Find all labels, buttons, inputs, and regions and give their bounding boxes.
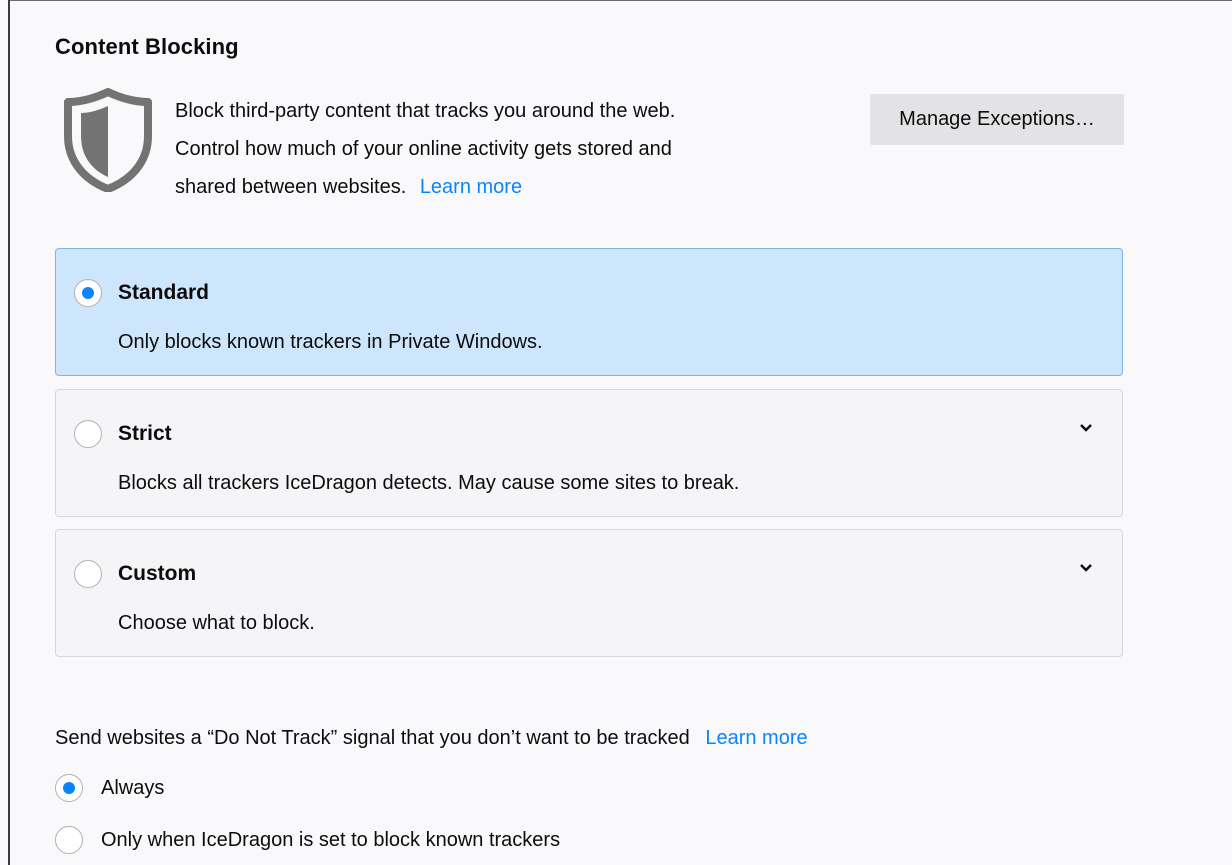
learn-more-link[interactable]: Learn more	[420, 176, 522, 198]
dnt-only-when-radio[interactable]	[55, 826, 83, 854]
do-not-track-label: Send websites a “Do Not Track” signal th…	[55, 727, 808, 750]
section-title: Content Blocking	[55, 34, 239, 59]
window-top-border	[8, 0, 1232, 1]
strict-radio[interactable]	[74, 420, 102, 448]
dnt-always-label: Always	[101, 776, 165, 799]
dnt-only-when-label: Only when IceDragon is set to block know…	[101, 828, 561, 851]
chevron-down-icon[interactable]	[1078, 422, 1094, 434]
dnt-always-radio[interactable]	[55, 774, 83, 802]
option-description: Choose what to block.	[118, 612, 315, 634]
description-line: shared between websites.	[175, 176, 407, 198]
dnt-only-when-option[interactable]: Only when IceDragon is set to block know…	[55, 826, 560, 854]
description-line: Block third-party content that tracks yo…	[175, 100, 676, 122]
option-strict[interactable]: Strict Blocks all trackers IceDragon det…	[55, 389, 1123, 517]
option-description: Blocks all trackers IceDragon detects. M…	[118, 472, 740, 494]
dnt-label-text: Send websites a “Do Not Track” signal th…	[55, 727, 690, 749]
window-left-border	[8, 0, 10, 865]
dnt-learn-more-link[interactable]: Learn more	[705, 727, 807, 749]
section-description: Block third-party content that tracks yo…	[175, 92, 815, 206]
option-title: Strict	[118, 422, 172, 445]
option-title: Custom	[118, 562, 197, 585]
option-title: Standard	[118, 281, 210, 304]
option-standard[interactable]: Standard Only blocks known trackers in P…	[55, 248, 1123, 376]
dnt-always-option[interactable]: Always	[55, 774, 164, 802]
shield-icon	[64, 88, 152, 192]
standard-radio[interactable]	[74, 279, 102, 307]
option-custom[interactable]: Custom Choose what to block.	[55, 529, 1123, 657]
option-description: Only blocks known trackers in Private Wi…	[118, 331, 543, 353]
custom-radio[interactable]	[74, 560, 102, 588]
manage-exceptions-button[interactable]: Manage Exceptions…	[870, 94, 1124, 145]
description-line: Control how much of your online activity…	[175, 138, 672, 160]
chevron-down-icon[interactable]	[1078, 562, 1094, 574]
